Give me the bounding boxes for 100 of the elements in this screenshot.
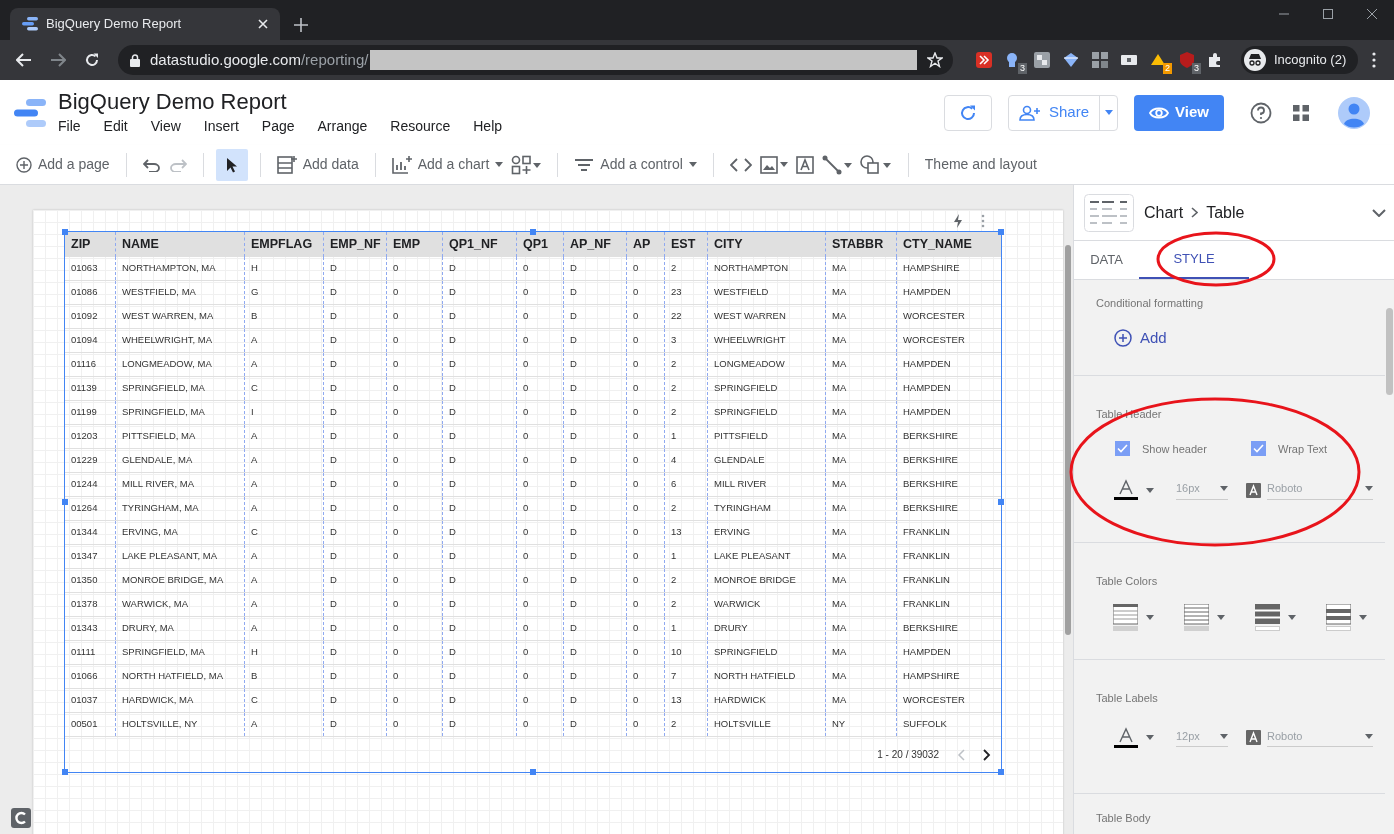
column-header[interactable]: QP1_NF <box>443 232 517 257</box>
toolbar-button[interactable]: Add a chart <box>387 148 508 181</box>
column-header[interactable]: STABBR <box>826 232 897 257</box>
color-picker[interactable] <box>1184 603 1225 631</box>
add-button[interactable]: Add <box>1114 326 1167 349</box>
table-cell: 0 <box>517 497 564 520</box>
panel-tab[interactable]: DATA <box>1074 241 1139 279</box>
help-icon[interactable] <box>1250 101 1272 124</box>
column-header[interactable]: EST <box>665 232 708 257</box>
menu-item[interactable]: Page <box>260 116 296 137</box>
table-cell: MA <box>826 617 897 640</box>
resize-handle[interactable] <box>998 499 1004 505</box>
resize-handle[interactable] <box>530 229 536 235</box>
toolbar-button[interactable]: Add a control <box>570 148 701 181</box>
resize-handle[interactable] <box>62 769 68 775</box>
panel-tab[interactable]: STYLE <box>1139 241 1249 279</box>
scrollbar-thumb[interactable] <box>1065 245 1071 635</box>
chevron-down-icon[interactable] <box>1372 208 1386 217</box>
cursor-icon <box>225 156 238 173</box>
column-header[interactable]: NAME <box>116 232 245 257</box>
table-cell: TYRINGHAM, MA <box>116 497 245 520</box>
tool-button[interactable] <box>215 148 248 181</box>
theme-button[interactable]: Theme and layout <box>920 148 1041 181</box>
extension-icon[interactable] <box>975 51 993 69</box>
font-color-picker[interactable] <box>1114 726 1154 749</box>
table-cell: 01116 <box>65 353 116 376</box>
table-cell: 10 <box>665 641 708 664</box>
resize-handle[interactable] <box>62 499 68 505</box>
table-cell: A <box>245 545 324 568</box>
avatar-icon[interactable] <box>1338 96 1370 129</box>
scrollbar-thumb[interactable] <box>1386 308 1393 395</box>
menu-item[interactable]: Insert <box>202 116 240 137</box>
font-color-picker[interactable] <box>1114 479 1154 501</box>
column-header[interactable]: AP_NF <box>564 232 627 257</box>
table-cell: MA <box>826 329 897 352</box>
browser-tab[interactable]: BigQuery Demo Report <box>10 8 280 40</box>
extension-icon[interactable] <box>1033 51 1051 69</box>
add-circle-icon <box>16 156 32 173</box>
menu-item[interactable]: Arrange <box>316 116 369 137</box>
table-cell: D <box>443 569 517 592</box>
maximize-icon[interactable] <box>1322 8 1334 20</box>
close-icon[interactable] <box>1366 8 1378 20</box>
table-cell: 0 <box>627 617 665 640</box>
checkbox[interactable] <box>1251 441 1266 457</box>
resize-handle[interactable] <box>998 229 1004 235</box>
new-tab-icon[interactable] <box>294 18 308 32</box>
table-cell: 0 <box>627 329 665 352</box>
extension-icon[interactable] <box>1062 51 1080 69</box>
column-header[interactable]: CTY_NAME <box>897 232 1001 257</box>
checkbox[interactable] <box>1115 441 1130 457</box>
table-cell: 0 <box>517 329 564 352</box>
resize-handle[interactable] <box>998 769 1004 775</box>
resize-handle[interactable] <box>530 769 536 775</box>
table-cell: D <box>443 641 517 664</box>
more-icon[interactable] <box>1372 52 1377 68</box>
reload-icon[interactable] <box>84 52 100 68</box>
table-cell: D <box>324 641 387 664</box>
column-header[interactable]: CITY <box>708 232 826 257</box>
table-cell: 0 <box>387 257 443 280</box>
address-bar[interactable]: datastudio.google.com/reporting/ <box>118 45 953 75</box>
column-header[interactable]: EMP <box>387 232 443 257</box>
menu-item[interactable]: Edit <box>102 116 129 137</box>
star-icon[interactable] <box>927 52 943 68</box>
lightning-icon[interactable] <box>953 214 963 228</box>
back-icon[interactable] <box>16 53 32 67</box>
table-cell: 01092 <box>65 305 116 328</box>
color-picker[interactable] <box>1113 603 1154 631</box>
toolbar-button[interactable]: Add data <box>272 148 363 181</box>
view-button[interactable]: View <box>1134 94 1224 131</box>
next-page-icon[interactable] <box>983 748 991 761</box>
toolbar-button[interactable]: Add a page <box>12 148 114 181</box>
resize-handle[interactable] <box>62 229 68 235</box>
table-cell: WEST WARREN, MA <box>116 305 245 328</box>
apps-grid-icon[interactable] <box>1292 103 1310 122</box>
menu-item[interactable]: View <box>149 116 182 137</box>
forward-icon[interactable] <box>50 53 66 67</box>
menu-item[interactable]: Resource <box>389 116 452 137</box>
table-cell: 2 <box>665 497 708 520</box>
menu-item[interactable]: Help <box>472 116 504 137</box>
table-cell: D <box>564 713 627 736</box>
caret-icon <box>1365 733 1373 739</box>
table-cell: 0 <box>627 449 665 472</box>
menu-item[interactable]: File <box>57 116 82 137</box>
column-header[interactable]: AP <box>627 232 665 257</box>
table-cell: 0 <box>517 353 564 376</box>
puzzle-icon[interactable] <box>1207 52 1223 68</box>
table-cell: D <box>324 425 387 448</box>
table-cell: C <box>245 377 324 400</box>
table-cell: 01086 <box>65 281 116 304</box>
profile-button[interactable]: Incognito (2) <box>1241 46 1359 74</box>
table-cell: 0 <box>517 257 564 280</box>
lock-icon <box>130 53 140 67</box>
color-picker[interactable] <box>1255 603 1296 631</box>
table-cell: 2 <box>665 377 708 400</box>
table-cell: D <box>443 425 517 448</box>
refresh-button[interactable] <box>943 94 992 131</box>
breadcrumb-item[interactable]: Chart <box>1144 200 1184 225</box>
column-header[interactable]: EMP_NF <box>324 232 387 257</box>
column-header[interactable]: EMPFLAG <box>245 232 324 257</box>
color-picker[interactable] <box>1326 603 1367 631</box>
